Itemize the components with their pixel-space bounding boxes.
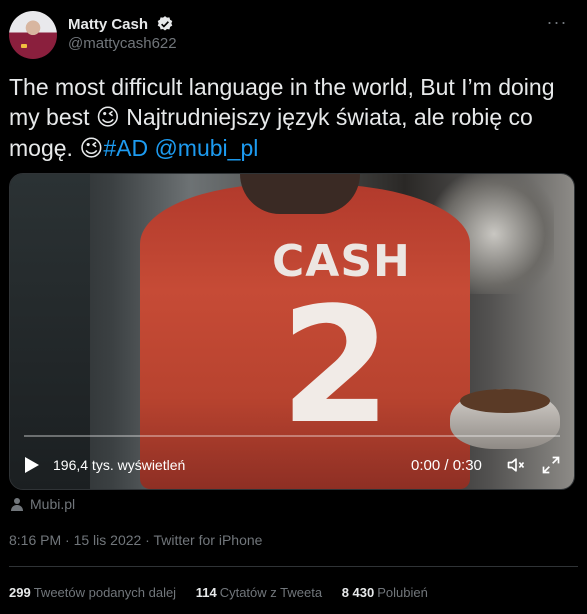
quotes-count: 114 — [195, 585, 217, 600]
retweets-label: Tweetów podanych dalej — [33, 585, 177, 600]
verified-badge-icon — [158, 16, 173, 31]
wink-emoji-icon: 😉 — [95, 105, 120, 131]
tweet-stats: 299 Tweetów podanych dalej 114 Cytatów z T… — [9, 585, 444, 600]
video-time: 0:00 / 0:30 — [411, 457, 482, 474]
more-options-icon[interactable]: ··· — [545, 13, 569, 35]
likes-label: Polubień — [377, 585, 428, 600]
retweets-count: 299 — [9, 585, 31, 600]
view-count: 196,4 tys. wyświetleń — [53, 457, 186, 473]
play-icon[interactable] — [24, 456, 40, 474]
avatar[interactable] — [9, 11, 57, 59]
author-handle[interactable]: @mattycash622 — [68, 35, 177, 52]
tweet-meta[interactable]: 8:16 PM · 15 lis 2022 · Twitter for iPho… — [9, 532, 262, 548]
quotes-stat[interactable]: 114 Cytatów z Tweeta — [196, 585, 322, 600]
quotes-label: Cytatów z Tweeta — [219, 585, 323, 600]
source-label: Mubi.pl — [30, 496, 76, 512]
video-player[interactable]: CASH 2 196,4 tys. wyświetleń 0:00 / 0:30 — [9, 173, 575, 490]
wink-emoji-icon-2: 😉 — [79, 136, 104, 162]
tweet-header: Matty Cash @mattycash622 ··· — [9, 11, 579, 61]
retweets-stat[interactable]: 299 Tweetów podanych dalej — [9, 585, 176, 600]
hashtag-link[interactable]: #AD — [103, 135, 148, 161]
fullscreen-icon[interactable] — [541, 455, 561, 475]
person-icon — [11, 498, 23, 511]
video-source[interactable]: Mubi.pl — [10, 496, 75, 512]
video-controls: 196,4 tys. wyświetleń 0:00 / 0:30 — [10, 444, 574, 484]
tweet-text: The most difficult language in the world… — [9, 72, 574, 164]
likes-count: 8 430 — [341, 585, 375, 600]
jersey-number: 2 — [280, 272, 392, 459]
video-progress-bar[interactable] — [24, 435, 560, 437]
likes-stat[interactable]: 8 430 Polubień — [342, 585, 428, 600]
mention-link[interactable]: @mubi_pl — [154, 135, 258, 161]
bowl-contents — [460, 389, 550, 413]
author-name[interactable]: Matty Cash — [68, 16, 148, 33]
divider — [9, 566, 578, 567]
author-name-wrap: Matty Cash — [68, 15, 174, 33]
volume-icon[interactable] — [506, 455, 526, 475]
video-scene-window — [10, 174, 90, 489]
